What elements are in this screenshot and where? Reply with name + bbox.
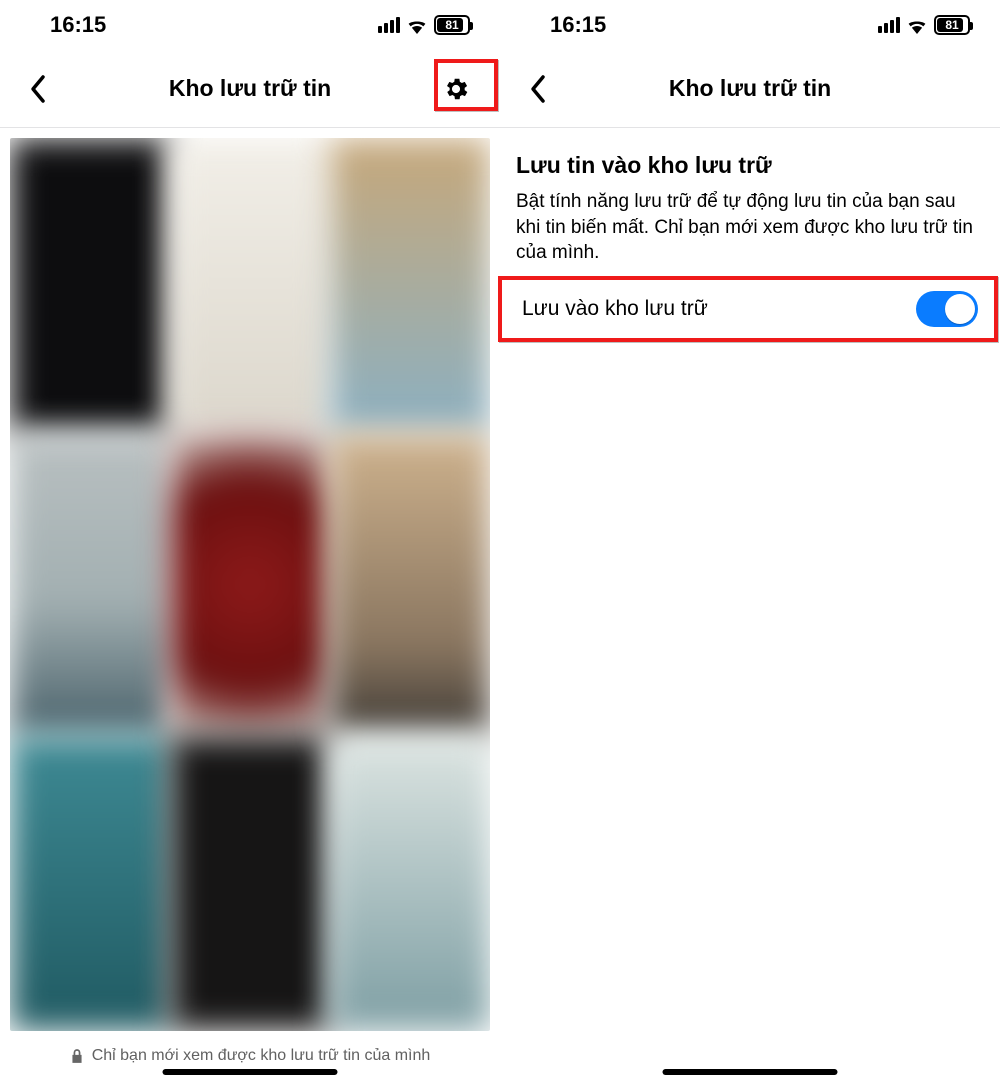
archive-toggle-label: Lưu vào kho lưu trữ xyxy=(522,297,708,321)
settings-button[interactable] xyxy=(428,64,484,114)
home-indicator[interactable] xyxy=(163,1069,338,1075)
lock-icon xyxy=(70,1048,84,1064)
archive-privacy-text: Chỉ bạn mới xem được kho lưu trữ tin của… xyxy=(92,1047,431,1065)
page-title: Kho lưu trữ tin xyxy=(500,75,1000,102)
nav-bar: Kho lưu trữ tin xyxy=(0,50,500,128)
status-time: 16:15 xyxy=(50,12,106,38)
battery-icon: 81 xyxy=(934,15,970,35)
archive-setting-desc: Bật tính năng lưu trữ để tự động lưu tin… xyxy=(516,189,984,266)
cellular-icon xyxy=(878,17,900,33)
chevron-left-icon xyxy=(529,74,547,104)
nav-bar: Kho lưu trữ tin xyxy=(500,50,1000,128)
chevron-left-icon xyxy=(29,74,47,104)
archive-toggle-switch[interactable] xyxy=(916,291,978,327)
wifi-icon xyxy=(406,16,428,34)
archive-privacy-note: Chỉ bạn mới xem được kho lưu trữ tin của… xyxy=(0,1041,500,1083)
archive-toggle-row[interactable]: Lưu vào kho lưu trữ xyxy=(516,280,984,338)
gear-icon xyxy=(442,75,470,103)
status-bar: 16:15 81 xyxy=(0,0,500,50)
page-title: Kho lưu trữ tin xyxy=(0,75,500,102)
status-time: 16:15 xyxy=(550,12,606,38)
battery-icon: 81 xyxy=(434,15,470,35)
wifi-icon xyxy=(906,16,928,34)
screen-archive: 16:15 81 Kho lưu trữ tin xyxy=(0,0,500,1083)
screen-settings: 16:15 81 Kho lưu trữ tin Lưu tin vào kho… xyxy=(500,0,1000,1083)
archive-setting-title: Lưu tin vào kho lưu trữ xyxy=(516,152,984,179)
status-bar: 16:15 81 xyxy=(500,0,1000,50)
archive-grid[interactable] xyxy=(10,138,490,1031)
cellular-icon xyxy=(378,17,400,33)
back-button[interactable] xyxy=(16,67,60,111)
home-indicator[interactable] xyxy=(663,1069,838,1075)
back-button[interactable] xyxy=(516,67,560,111)
settings-content: Lưu tin vào kho lưu trữ Bật tính năng lư… xyxy=(500,128,1000,338)
